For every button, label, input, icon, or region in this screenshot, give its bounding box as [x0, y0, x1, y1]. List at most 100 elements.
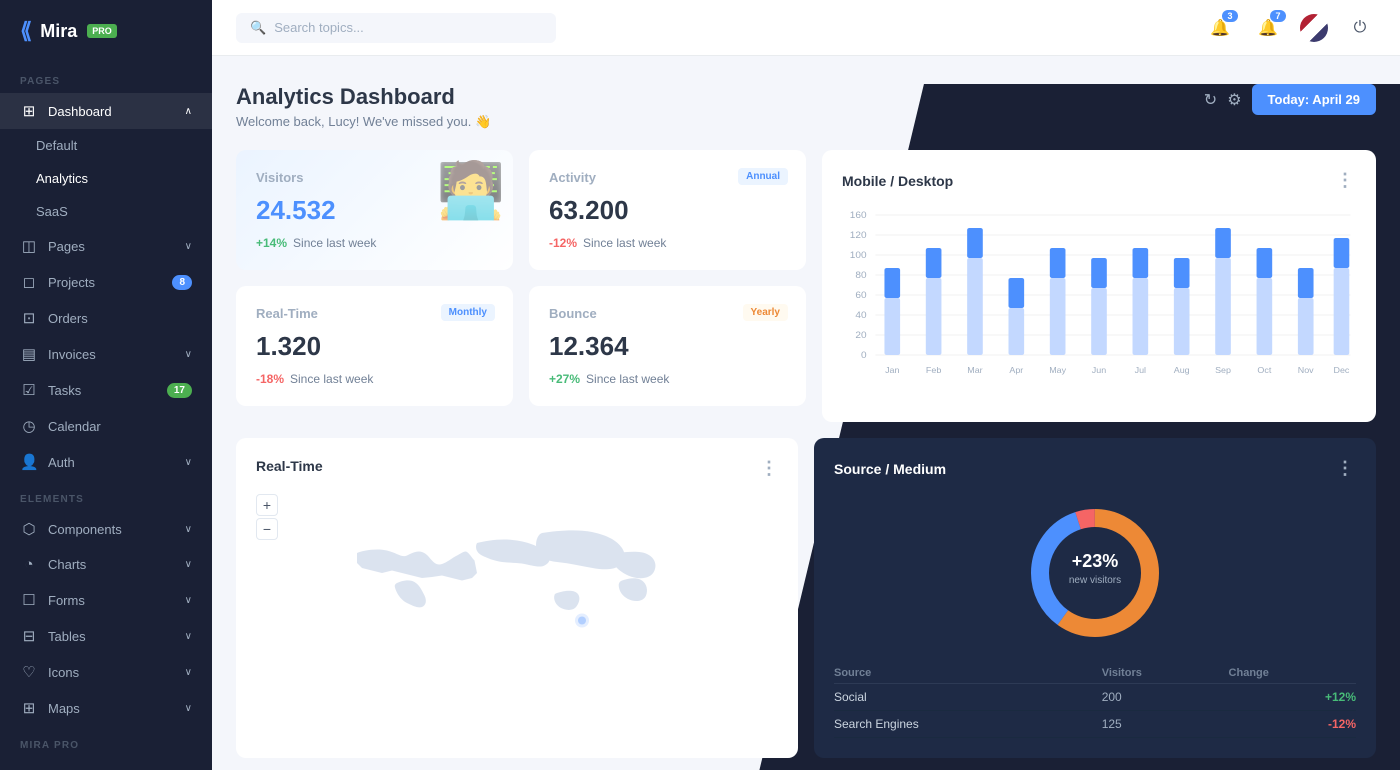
sidebar-item-calendar[interactable]: ◷ Calendar: [0, 408, 212, 444]
source-medium-title: Source / Medium: [834, 461, 946, 477]
content-area: Analytics Dashboard Welcome back, Lucy! …: [212, 56, 1400, 770]
map-controls: + −: [256, 494, 278, 540]
sidebar-item-icons[interactable]: ♡ Icons ∨: [0, 654, 212, 690]
chevron-icon: ∧: [185, 106, 192, 117]
icons-icon: ♡: [20, 663, 38, 681]
map-zoom-in-button[interactable]: +: [256, 494, 278, 516]
sidebar-label-invoices: Invoices: [48, 347, 96, 362]
main-area: 🔍 Search topics... 🔔 3 🔔 7 ⏻: [212, 0, 1400, 770]
svg-text:Sep: Sep: [1215, 365, 1231, 374]
bounce-title: Bounce: [549, 306, 597, 321]
svg-text:20: 20: [855, 330, 866, 340]
map-title: Real-Time: [256, 458, 323, 479]
today-button[interactable]: Today: April 29: [1252, 84, 1376, 115]
sidebar-item-tasks[interactable]: ☑ Tasks 17: [0, 372, 212, 408]
source-visitors-search: 125: [1102, 711, 1229, 738]
sidebar-item-pages[interactable]: ◫ Pages ∨: [0, 228, 212, 264]
filter-icon[interactable]: ⚙: [1227, 90, 1241, 110]
invoices-icon: ▤: [20, 345, 38, 363]
donut-svg: +23% new visitors: [1015, 493, 1175, 653]
sidebar-item-orders[interactable]: ⊡ Orders: [0, 300, 212, 336]
sidebar-label-charts: Charts: [48, 557, 86, 572]
sidebar-item-maps[interactable]: ⊞ Maps ∨: [0, 690, 212, 726]
map-more-icon[interactable]: ⋮: [760, 458, 778, 479]
map-zoom-out-button[interactable]: −: [256, 518, 278, 540]
section-pages: PAGES: [0, 62, 212, 93]
power-icon: ⏻: [1354, 19, 1367, 37]
svg-text:Aug: Aug: [1174, 365, 1190, 374]
sidebar-label-default: Default: [36, 138, 77, 153]
realtime-title: Real-Time: [256, 306, 318, 321]
refresh-icon[interactable]: ↻: [1204, 90, 1217, 110]
visitors-footer: +14% Since last week: [256, 236, 493, 250]
svg-text:Oct: Oct: [1257, 365, 1272, 374]
visitors-change-label: Since last week: [293, 236, 376, 250]
svg-text:new visitors: new visitors: [1069, 575, 1121, 586]
bounce-change: +27%: [549, 372, 580, 386]
chart-title: Mobile / Desktop ⋮: [842, 170, 1356, 191]
svg-text:80: 80: [855, 270, 866, 280]
notifications-button[interactable]: 🔔 3: [1204, 12, 1236, 44]
activity-title: Activity: [549, 170, 596, 185]
sidebar-item-components[interactable]: ⬡ Components ∨: [0, 511, 212, 547]
map-card-header: Real-Time ⋮: [256, 458, 778, 479]
forms-icon: ☐: [20, 591, 38, 609]
activity-card: Activity Annual 63.200 -12% Since last w…: [529, 150, 806, 270]
chevron-icon: ∨: [185, 703, 192, 714]
chart-title-text: Mobile / Desktop: [842, 173, 953, 189]
tables-icon: ⊟: [20, 627, 38, 645]
bounce-footer: +27% Since last week: [549, 372, 786, 386]
sidebar-label-tasks: Tasks: [48, 383, 81, 398]
svg-text:+23%: +23%: [1072, 551, 1119, 571]
source-row-social: Social 200 +12%: [834, 684, 1356, 711]
svg-text:120: 120: [850, 230, 867, 240]
logo-text: Mira: [40, 21, 77, 42]
svg-text:Mar: Mar: [967, 365, 983, 374]
sidebar-item-analytics[interactable]: Analytics: [0, 162, 212, 195]
chart-more-icon[interactable]: ⋮: [1336, 170, 1356, 191]
chevron-icon: ∨: [185, 349, 192, 360]
sidebar-item-invoices[interactable]: ▤ Invoices ∨: [0, 336, 212, 372]
sidebar-item-projects[interactable]: ◻ Projects 8: [0, 264, 212, 300]
page-title: Analytics Dashboard: [236, 84, 491, 110]
realtime-footer: -18% Since last week: [256, 372, 493, 386]
tasks-badge: 17: [167, 383, 192, 398]
alerts-button[interactable]: 🔔 7: [1252, 12, 1284, 44]
sidebar-item-auth[interactable]: 👤 Auth ∨: [0, 444, 212, 480]
sidebar-item-saas[interactable]: SaaS: [0, 195, 212, 228]
world-map-container: [256, 493, 778, 693]
source-name-social: Social: [834, 684, 1102, 711]
svg-text:40: 40: [855, 310, 866, 320]
source-change-search: -12%: [1229, 711, 1356, 738]
activity-badge: Annual: [738, 168, 788, 185]
sidebar-item-charts[interactable]: ◔ Charts ∨: [0, 547, 212, 582]
mobile-desktop-chart-card: Mobile / Desktop ⋮: [822, 150, 1376, 422]
realtime-badge: Monthly: [441, 304, 495, 321]
svg-text:0: 0: [861, 350, 867, 360]
sidebar-item-dashboard[interactable]: ⊞ Dashboard ∧: [0, 93, 212, 129]
activity-change: -12%: [549, 236, 577, 250]
projects-badge: 8: [172, 275, 192, 290]
source-table: Source Visitors Change Social 200 +12%: [834, 663, 1356, 738]
sidebar-label-tables: Tables: [48, 629, 86, 644]
chevron-icon: ∨: [185, 595, 192, 606]
logo-icon: ⟪: [20, 18, 32, 44]
chevron-icon: ∨: [185, 457, 192, 468]
sidebar-item-tables[interactable]: ⊟ Tables ∨: [0, 618, 212, 654]
sidebar-item-default[interactable]: Default: [0, 129, 212, 162]
power-button[interactable]: ⏻: [1344, 12, 1376, 44]
bounce-badge: Yearly: [743, 304, 788, 321]
section-elements: ELEMENTS: [0, 480, 212, 511]
svg-text:100: 100: [850, 250, 867, 260]
sidebar-label-analytics: Analytics: [36, 171, 88, 186]
sidebar-label-maps: Maps: [48, 701, 80, 716]
search-box[interactable]: 🔍 Search topics...: [236, 13, 556, 43]
bounce-change-label: Since last week: [586, 372, 669, 386]
source-more-icon[interactable]: ⋮: [1336, 458, 1356, 479]
user-flag-avatar[interactable]: [1300, 14, 1328, 42]
source-visitors-social: 200: [1102, 684, 1229, 711]
section-mira-pro: MIRA PRO: [0, 726, 212, 757]
world-map-svg: [256, 493, 778, 693]
sidebar-item-forms[interactable]: ☐ Forms ∨: [0, 582, 212, 618]
header-actions: 🔔 3 🔔 7 ⏻: [1204, 12, 1376, 44]
